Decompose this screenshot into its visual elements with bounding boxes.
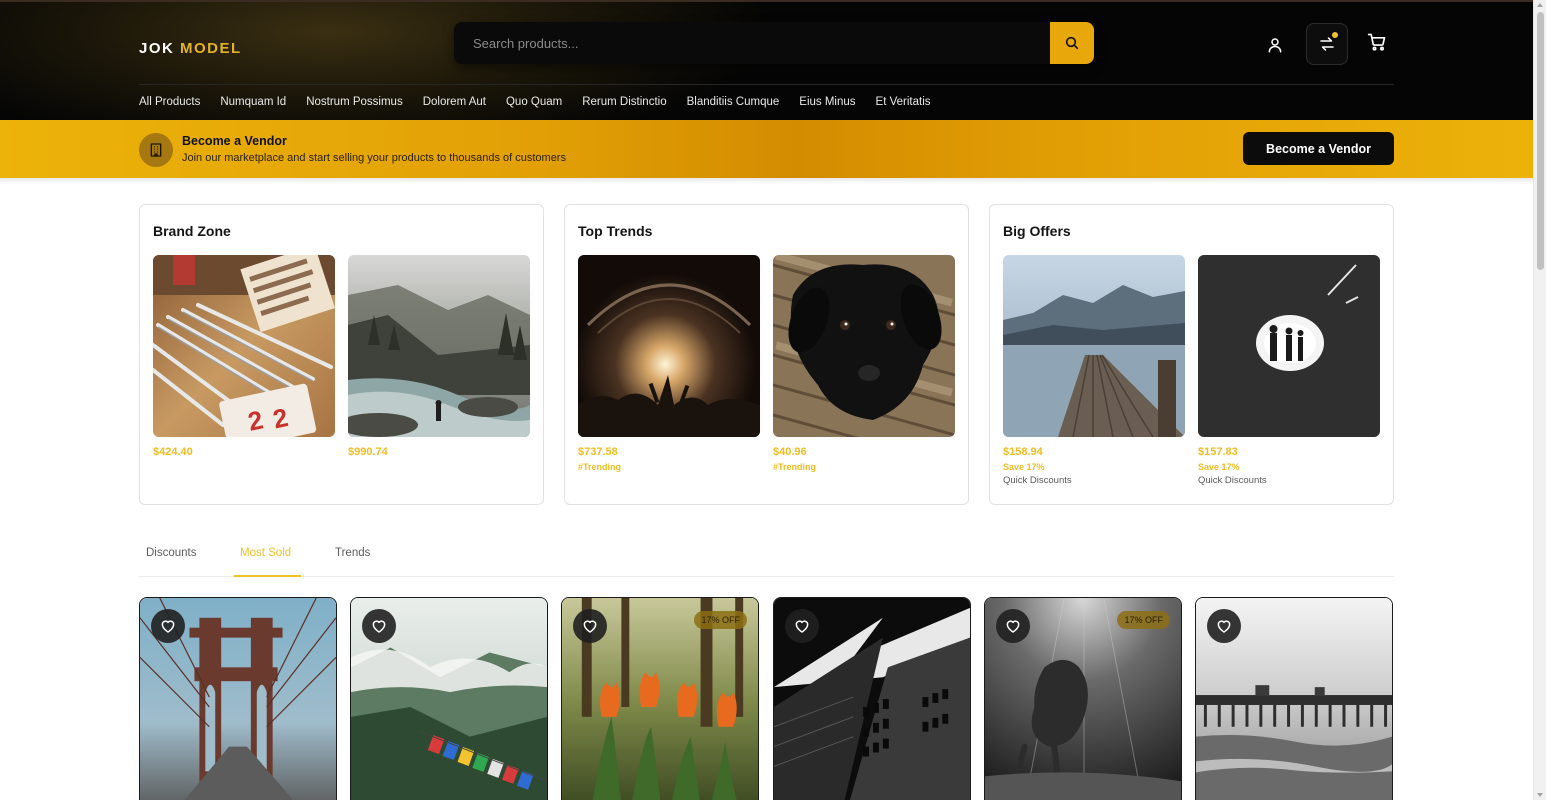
product-card[interactable] <box>1195 597 1393 800</box>
nav-item-et-veritatis[interactable]: Et Veritatis <box>876 96 931 108</box>
nav-item-blanditiis-cumque[interactable]: Blanditiis Cumque <box>687 96 780 108</box>
search-button[interactable] <box>1050 22 1094 64</box>
nav-item-dolorem-aut[interactable]: Dolorem Aut <box>423 96 486 108</box>
trending-tag: #Trending <box>578 462 622 472</box>
vendor-banner-title: Become a Vendor <box>182 134 287 148</box>
discount-badge: 17% OFF <box>1117 611 1170 629</box>
product-image[interactable] <box>578 255 760 437</box>
product-price: $40.96 <box>773 446 807 458</box>
brand-name-part2: MODEL <box>180 40 242 57</box>
scroll-down-arrow[interactable] <box>1537 793 1543 797</box>
card-title: Big Offers <box>1003 223 1071 239</box>
discount-note: Quick Discounts <box>1003 475 1072 486</box>
nav-item-quo-quam[interactable]: Quo Quam <box>506 96 562 108</box>
card-brand-zone: Brand Zone 22 $424.40 $990.74 <box>139 204 544 505</box>
search-bar <box>454 22 1094 64</box>
scrollbar-thumb[interactable] <box>1537 12 1544 270</box>
product-image[interactable] <box>348 255 530 437</box>
card-product[interactable]: $737.58 #Trending <box>578 255 760 472</box>
cart-icon <box>1367 33 1386 51</box>
card-product[interactable]: $990.74 <box>348 255 530 458</box>
favorite-button[interactable] <box>573 609 607 643</box>
product-image[interactable] <box>773 255 955 437</box>
active-tab-indicator <box>234 575 301 577</box>
card-product[interactable]: $158.94 Save 17% Quick Discounts <box>1003 255 1185 486</box>
heart-icon <box>795 620 809 633</box>
tab-most-sold[interactable]: Most Sold <box>240 547 291 559</box>
favorite-button[interactable] <box>362 609 396 643</box>
page: JOK MODEL All Products Numquam Id Nostru… <box>0 0 1533 800</box>
scroll-up-arrow[interactable] <box>1537 3 1543 7</box>
product-price: $158.94 <box>1003 446 1043 458</box>
nav-item-all-products[interactable]: All Products <box>139 96 200 108</box>
product-price: $424.40 <box>153 446 193 458</box>
product-price: $737.58 <box>578 446 618 458</box>
heart-icon <box>583 620 597 633</box>
discount-note: Quick Discounts <box>1198 475 1267 486</box>
product-price: $990.74 <box>348 446 388 458</box>
favorite-button[interactable] <box>996 609 1030 643</box>
user-icon <box>1268 38 1282 53</box>
product-card[interactable] <box>350 597 548 800</box>
product-image[interactable] <box>1003 255 1185 437</box>
header-divider <box>139 84 1394 85</box>
search-input[interactable] <box>454 22 1050 64</box>
building-icon <box>150 143 162 157</box>
discount-tag: Save 17% <box>1003 462 1045 472</box>
brand-logo[interactable]: JOK MODEL <box>139 40 242 57</box>
card-top-trends: Top Trends $737.58 #Trending $40.96 #Tre… <box>564 204 969 505</box>
card-product[interactable]: $157.83 Save 17% Quick Discounts <box>1198 255 1380 486</box>
heart-icon <box>1006 620 1020 633</box>
trending-tag: #Trending <box>773 462 817 472</box>
heart-icon <box>161 620 175 633</box>
product-image[interactable]: 22 <box>153 255 335 437</box>
vendor-banner-subtitle: Join our marketplace and start selling y… <box>182 152 566 164</box>
site-header: JOK MODEL All Products Numquam Id Nostru… <box>0 0 1533 120</box>
page-scrollbar[interactable] <box>1533 0 1546 800</box>
cart-button[interactable] <box>1364 29 1390 55</box>
tab-trends[interactable]: Trends <box>335 547 370 559</box>
discount-tag: Save 17% <box>1198 462 1240 472</box>
vendor-banner: Become a Vendor Join our marketplace and… <box>0 120 1533 178</box>
product-card[interactable] <box>773 597 971 800</box>
card-product[interactable]: $40.96 #Trending <box>773 255 955 472</box>
card-product[interactable]: 22 $424.40 <box>153 255 335 458</box>
card-title: Top Trends <box>578 223 653 239</box>
tab-discounts[interactable]: Discounts <box>146 547 197 559</box>
compare-indicator-dot <box>1332 32 1338 38</box>
brand-name-part1: JOK <box>139 40 175 57</box>
favorite-button[interactable] <box>785 609 819 643</box>
card-big-offers: Big Offers $158.94 Save 17% Quick Discou… <box>989 204 1394 505</box>
search-icon <box>1065 36 1079 50</box>
become-vendor-button[interactable]: Become a Vendor <box>1243 132 1394 165</box>
heart-icon <box>372 620 386 633</box>
card-title: Brand Zone <box>153 223 231 239</box>
product-price: $157.83 <box>1198 446 1238 458</box>
category-nav: All Products Numquam Id Nostrum Possimus… <box>139 96 951 108</box>
heart-icon <box>1217 620 1231 633</box>
nav-item-rerum-distinctio[interactable]: Rerum Distinctio <box>582 96 666 108</box>
account-button[interactable] <box>1262 32 1288 58</box>
favorite-button[interactable] <box>1207 609 1241 643</box>
vendor-badge <box>139 133 173 167</box>
product-image[interactable] <box>1198 255 1380 437</box>
product-card[interactable]: 17% OFF <box>561 597 759 800</box>
nav-item-numquam-id[interactable]: Numquam Id <box>220 96 286 108</box>
compare-button[interactable] <box>1306 23 1348 65</box>
product-card[interactable] <box>139 597 337 800</box>
product-tabs: Discounts Most Sold Trends <box>139 540 1394 577</box>
nav-item-nostrum-possimus[interactable]: Nostrum Possimus <box>306 96 403 108</box>
nav-item-eius-minus[interactable]: Eius Minus <box>799 96 855 108</box>
favorite-button[interactable] <box>151 609 185 643</box>
header-shadow <box>0 178 1533 184</box>
product-card[interactable]: 17% OFF <box>984 597 1182 800</box>
discount-badge: 17% OFF <box>694 611 747 629</box>
